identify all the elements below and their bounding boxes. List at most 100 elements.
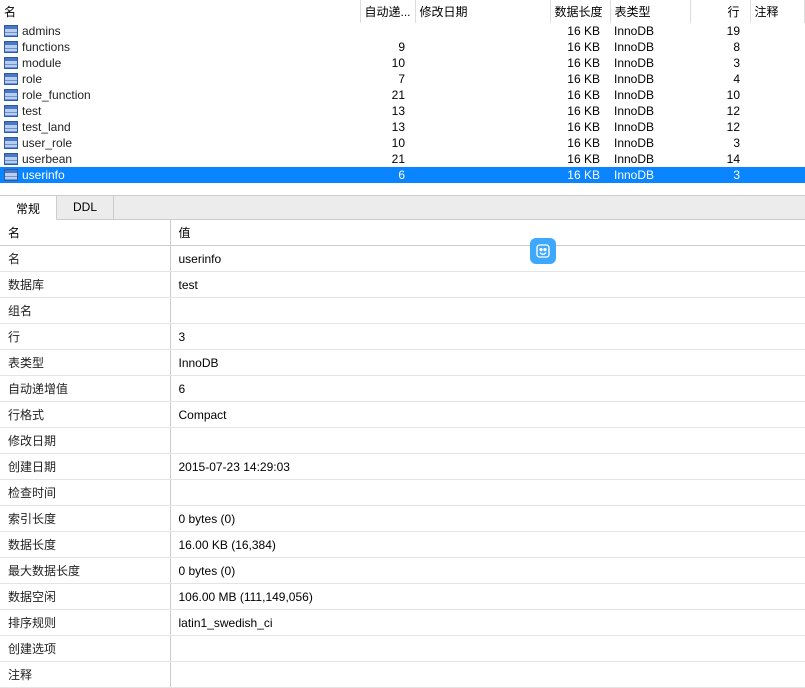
- prop-row[interactable]: 行3: [0, 324, 805, 350]
- cell-table_type: InnoDB: [610, 55, 690, 71]
- col-modify-date[interactable]: 修改日期: [415, 0, 550, 23]
- cell-comment: [750, 103, 805, 119]
- prop-key: 行: [0, 324, 170, 350]
- table-row[interactable]: module1016 KBInnoDB3: [0, 55, 805, 71]
- cell-rows: 14: [690, 151, 750, 167]
- prop-row[interactable]: 数据长度16.00 KB (16,384): [0, 532, 805, 558]
- prop-row[interactable]: 修改日期: [0, 428, 805, 454]
- cell-auto_inc: 10: [360, 55, 415, 71]
- cell-comment: [750, 71, 805, 87]
- cell-table_type: InnoDB: [610, 87, 690, 103]
- cell-auto_inc: 21: [360, 151, 415, 167]
- tables-grid[interactable]: 名 自动递... 修改日期 数据长度 表类型 行 注释 admins16 KBI…: [0, 0, 805, 183]
- prop-row[interactable]: 检查时间: [0, 480, 805, 506]
- table-icon: [4, 121, 18, 133]
- table-name-label: user_role: [22, 136, 72, 150]
- prop-row[interactable]: 注释: [0, 662, 805, 688]
- cell-modify_date: [415, 103, 550, 119]
- col-name[interactable]: 名: [0, 0, 360, 23]
- cell-auto_inc: 6: [360, 167, 415, 183]
- table-name-label: admins: [22, 24, 61, 38]
- prop-row[interactable]: 最大数据长度0 bytes (0): [0, 558, 805, 584]
- cell-rows: 12: [690, 119, 750, 135]
- table-row[interactable]: functions916 KBInnoDB8: [0, 39, 805, 55]
- cell-comment: [750, 87, 805, 103]
- prop-row[interactable]: 创建选项: [0, 636, 805, 662]
- cell-table_type: InnoDB: [610, 103, 690, 119]
- table-row[interactable]: user_role1016 KBInnoDB3: [0, 135, 805, 151]
- col-comment[interactable]: 注释: [750, 0, 805, 23]
- tab-ddl[interactable]: DDL: [57, 196, 114, 219]
- table-row[interactable]: role716 KBInnoDB4: [0, 71, 805, 87]
- cell-comment: [750, 167, 805, 183]
- cell-table_type: InnoDB: [610, 119, 690, 135]
- table-name-label: userinfo: [22, 168, 65, 182]
- prop-key: 数据空闲: [0, 584, 170, 610]
- cell-auto_inc: 13: [360, 119, 415, 135]
- table-icon: [4, 169, 18, 181]
- prop-row[interactable]: 数据空闲106.00 MB (111,149,056): [0, 584, 805, 610]
- prop-key: 组名: [0, 298, 170, 324]
- assistant-badge-icon[interactable]: [530, 238, 556, 264]
- cell-table_type: InnoDB: [610, 71, 690, 87]
- prop-row[interactable]: 数据库test: [0, 272, 805, 298]
- table-icon: [4, 137, 18, 149]
- prop-key: 索引长度: [0, 506, 170, 532]
- cell-rows: 3: [690, 167, 750, 183]
- cell-rows: 3: [690, 55, 750, 71]
- prop-key: 数据库: [0, 272, 170, 298]
- prop-value: userinfo: [170, 246, 805, 272]
- prop-header-name[interactable]: 名: [0, 220, 170, 246]
- prop-value: [170, 298, 805, 324]
- tables-header-row[interactable]: 名 自动递... 修改日期 数据长度 表类型 行 注释: [0, 0, 805, 23]
- cell-rows: 19: [690, 23, 750, 39]
- prop-header-value[interactable]: 值: [170, 220, 805, 246]
- cell-comment: [750, 23, 805, 39]
- cell-auto_inc: 10: [360, 135, 415, 151]
- cell-comment: [750, 39, 805, 55]
- cell-auto_inc: 13: [360, 103, 415, 119]
- prop-value: 3: [170, 324, 805, 350]
- table-icon: [4, 89, 18, 101]
- table-row[interactable]: test1316 KBInnoDB12: [0, 103, 805, 119]
- table-row[interactable]: userbean2116 KBInnoDB14: [0, 151, 805, 167]
- cell-modify_date: [415, 135, 550, 151]
- prop-row[interactable]: 表类型InnoDB: [0, 350, 805, 376]
- col-table-type[interactable]: 表类型: [610, 0, 690, 23]
- col-auto-inc[interactable]: 自动递...: [360, 0, 415, 23]
- table-row[interactable]: test_land1316 KBInnoDB12: [0, 119, 805, 135]
- prop-key: 创建日期: [0, 454, 170, 480]
- tab-general[interactable]: 常规: [0, 196, 57, 220]
- details-tabs: 常规 DDL: [0, 196, 805, 220]
- prop-value: 2015-07-23 14:29:03: [170, 454, 805, 480]
- cell-table_type: InnoDB: [610, 23, 690, 39]
- prop-row[interactable]: 索引长度0 bytes (0): [0, 506, 805, 532]
- col-rows[interactable]: 行: [690, 0, 750, 23]
- cell-table_type: InnoDB: [610, 167, 690, 183]
- prop-value: [170, 480, 805, 506]
- table-row[interactable]: role_function2116 KBInnoDB10: [0, 87, 805, 103]
- col-data-len[interactable]: 数据长度: [550, 0, 610, 23]
- prop-key: 注释: [0, 662, 170, 688]
- cell-data_len: 16 KB: [550, 151, 610, 167]
- cell-table_type: InnoDB: [610, 39, 690, 55]
- table-row[interactable]: admins 16 KBInnoDB19: [0, 23, 805, 39]
- prop-row[interactable]: 行格式Compact: [0, 402, 805, 428]
- prop-value: 0 bytes (0): [170, 558, 805, 584]
- cell-data_len: 16 KB: [550, 71, 610, 87]
- prop-key: 最大数据长度: [0, 558, 170, 584]
- prop-row[interactable]: 排序规则latin1_swedish_ci: [0, 610, 805, 636]
- prop-key: 检查时间: [0, 480, 170, 506]
- prop-row[interactable]: 名userinfo: [0, 246, 805, 272]
- prop-key: 创建选项: [0, 636, 170, 662]
- cell-modify_date: [415, 23, 550, 39]
- cell-modify_date: [415, 71, 550, 87]
- table-icon: [4, 105, 18, 117]
- prop-row[interactable]: 自动递增值6: [0, 376, 805, 402]
- cell-data_len: 16 KB: [550, 135, 610, 151]
- cell-data_len: 16 KB: [550, 23, 610, 39]
- prop-row[interactable]: 创建日期2015-07-23 14:29:03: [0, 454, 805, 480]
- table-icon: [4, 25, 18, 37]
- prop-row[interactable]: 组名: [0, 298, 805, 324]
- table-row[interactable]: userinfo616 KBInnoDB3: [0, 167, 805, 183]
